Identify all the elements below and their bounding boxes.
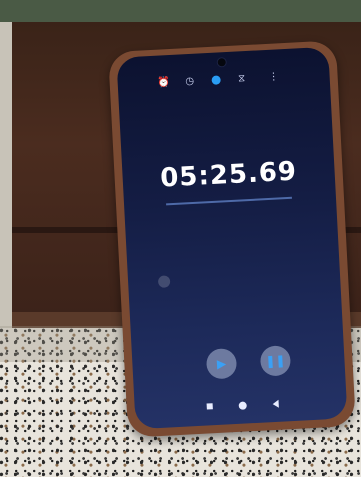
play-icon: ▶ — [216, 356, 227, 371]
wall-background — [0, 0, 361, 22]
stopwatch-icon[interactable] — [209, 74, 222, 87]
pause-icon: ❚❚ — [265, 353, 286, 369]
front-camera — [216, 57, 227, 68]
home-button[interactable] — [238, 401, 247, 410]
pause-button[interactable]: ❚❚ — [259, 345, 292, 377]
stopwatch-time: 05:25.69 — [159, 156, 298, 194]
more-icon[interactable]: ⋮ — [267, 71, 280, 84]
phone-screen: ⏰ ◷ ⧖ ⋮ 05:25.69 ▶ ❚❚ — [116, 46, 348, 430]
timer-icon[interactable]: ⧖ — [235, 73, 248, 86]
time-divider — [166, 196, 292, 206]
back-button[interactable] — [272, 399, 279, 409]
square-icon — [206, 403, 213, 410]
home-icon — [238, 401, 247, 410]
recents-button[interactable] — [206, 403, 213, 410]
start-button[interactable]: ▶ — [205, 347, 238, 380]
left-strip — [0, 22, 12, 332]
clock-tabs: ⏰ ◷ ⧖ ⋮ — [157, 70, 308, 92]
alarm-icon[interactable]: ⏰ — [157, 77, 170, 90]
screen-glare — [157, 275, 171, 288]
clock-icon[interactable]: ◷ — [183, 76, 196, 89]
phone: ⏰ ◷ ⧖ ⋮ 05:25.69 ▶ ❚❚ — [108, 40, 356, 438]
back-icon — [272, 399, 279, 409]
